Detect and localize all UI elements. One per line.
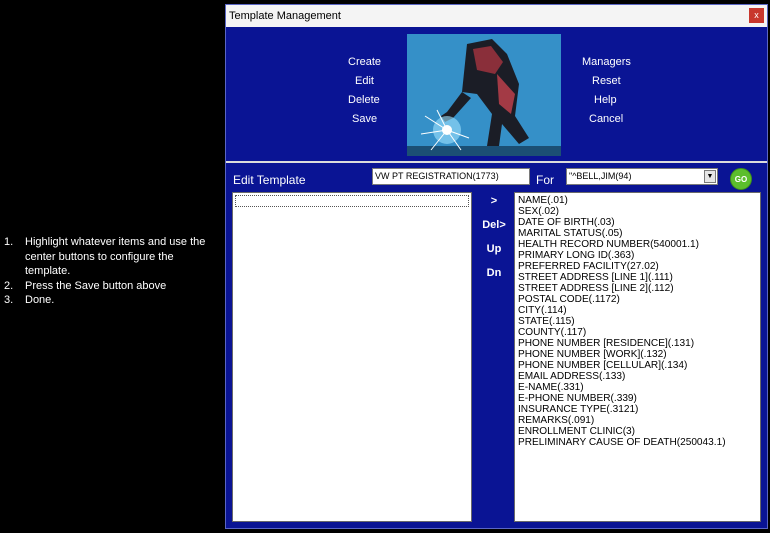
selected-fields-list[interactable] <box>232 192 472 522</box>
field-list-item[interactable]: PRIMARY LONG ID(.363) <box>518 250 757 261</box>
field-list-item[interactable]: MARITAL STATUS(.05) <box>518 228 757 239</box>
field-list-item[interactable]: PRELIMINARY CAUSE OF DEATH(250043.1) <box>518 437 757 448</box>
close-button[interactable]: x <box>749 8 764 23</box>
managers-link[interactable]: Managers <box>582 56 631 68</box>
template-name-field[interactable]: VW PT REGISTRATION(1773) <box>372 168 530 185</box>
title-bar[interactable]: Template Management x <box>226 5 767 28</box>
create-link[interactable]: Create <box>348 56 381 68</box>
available-fields-list[interactable]: NAME(.01) SEX(.02) DATE OF BIRTH(.03) MARIT… <box>514 192 761 522</box>
edit-template-label: Edit Template <box>233 173 306 187</box>
field-list-item[interactable]: PREFERRED FACILITY(27.02) <box>518 261 757 272</box>
field-list-item[interactable]: EMAIL ADDRESS(.133) <box>518 371 757 382</box>
help-link[interactable]: Help <box>594 94 617 106</box>
field-list-item[interactable]: POSTAL CODE(.1172) <box>518 294 757 305</box>
field-list-item[interactable]: INSURANCE TYPE(.3121) <box>518 404 757 415</box>
for-label: For <box>536 173 554 187</box>
instruction-item: 1. Highlight whatever items and use the c… <box>4 236 206 277</box>
field-list-item[interactable]: STREET ADDRESS [LINE 2](.112) <box>518 283 757 294</box>
header-panel: Create Edit Delete Save Managers Reset H… <box>226 27 767 161</box>
field-list-item[interactable]: REMARKS(.091) <box>518 415 757 426</box>
divider <box>226 161 767 163</box>
field-list-item[interactable]: STATE(.115) <box>518 316 757 327</box>
instructions-list: 1. Highlight whatever items and use the c… <box>4 235 219 308</box>
delete-link[interactable]: Delete <box>348 94 380 106</box>
add-button[interactable]: > <box>474 195 514 207</box>
field-list-item[interactable]: PHONE NUMBER [CELLULAR](.134) <box>518 360 757 371</box>
patient-select-value: "^BELL,JIM(94) <box>569 171 632 181</box>
field-list-item[interactable]: E-NAME(.331) <box>518 382 757 393</box>
field-list-item[interactable]: DATE OF BIRTH(.03) <box>518 217 757 228</box>
field-list-item[interactable]: CITY(.114) <box>518 305 757 316</box>
reset-link[interactable]: Reset <box>592 75 621 87</box>
welder-image <box>407 34 561 156</box>
edit-link[interactable]: Edit <box>355 75 374 87</box>
field-list-item[interactable]: SEX(.02) <box>518 206 757 217</box>
field-list-item[interactable]: E-PHONE NUMBER(.339) <box>518 393 757 404</box>
window-title: Template Management <box>229 10 341 22</box>
field-list-item[interactable]: PHONE NUMBER [WORK](.132) <box>518 349 757 360</box>
go-button[interactable]: GO <box>730 168 752 190</box>
field-list-item[interactable]: COUNTY(.117) <box>518 327 757 338</box>
save-link[interactable]: Save <box>352 113 377 125</box>
field-list-item[interactable]: STREET ADDRESS [LINE 1](.111) <box>518 272 757 283</box>
move-down-button[interactable]: Dn <box>474 267 514 279</box>
cancel-link[interactable]: Cancel <box>589 113 623 125</box>
patient-select[interactable]: "^BELL,JIM(94) ▼ <box>566 168 718 185</box>
welder-illustration <box>407 34 561 156</box>
field-list-item[interactable]: ENROLLMENT CLINIC(3) <box>518 426 757 437</box>
field-list-item[interactable]: PHONE NUMBER [RESIDENCE](.131) <box>518 338 757 349</box>
template-management-window: Template Management x Create Edit Delete… <box>225 4 768 529</box>
delete-button[interactable]: Del> <box>474 219 514 231</box>
instruction-item: 2. Press the Save button above <box>4 279 167 292</box>
instruction-item: 3. Done. <box>4 294 55 306</box>
list-focus-row[interactable] <box>235 195 469 207</box>
field-list-item[interactable]: NAME(.01) <box>518 195 757 206</box>
field-list-item[interactable]: HEALTH RECORD NUMBER(540001.1) <box>518 239 757 250</box>
chevron-down-icon[interactable]: ▼ <box>704 170 716 183</box>
move-up-button[interactable]: Up <box>474 243 514 255</box>
